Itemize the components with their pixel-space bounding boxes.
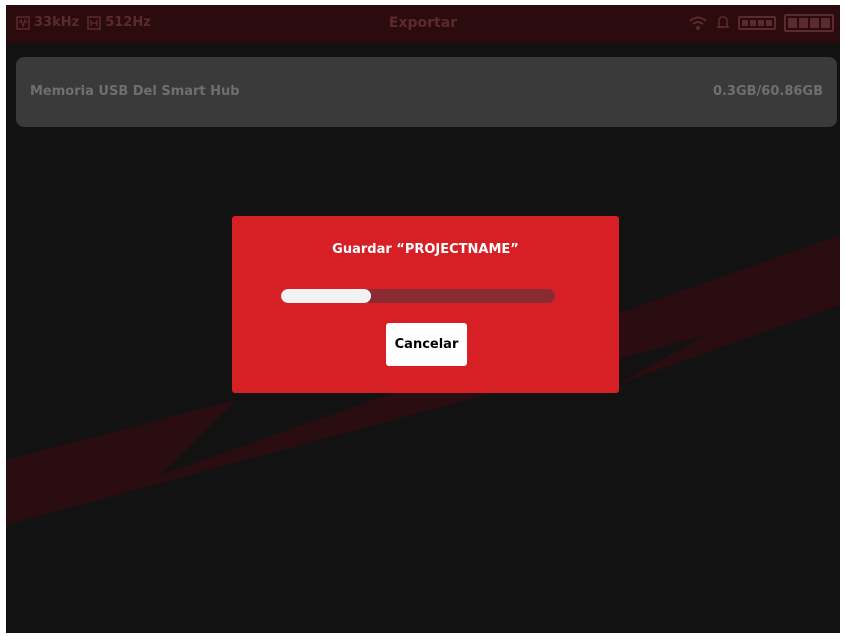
- battery-icon: [738, 16, 776, 30]
- dialog-title: Guardar “PROJECTNAME”: [332, 242, 519, 257]
- battery-full-icon: [784, 14, 834, 32]
- bell-icon: [717, 16, 729, 28]
- export-screen: 33kHz 512Hz Exportar Memoria USB Del Sma…: [6, 5, 840, 633]
- status-bar: 33kHz 512Hz Exportar: [6, 5, 840, 43]
- save-progress-bar: [281, 289, 555, 303]
- storage-capacity: 0.3GB/60.86GB: [712, 84, 823, 99]
- status-right: [688, 14, 834, 32]
- save-progress-dialog: Guardar “PROJECTNAME” Cancelar: [232, 216, 619, 393]
- save-progress-fill: [281, 289, 372, 303]
- storage-name: Memoria USB Del Smart Hub: [30, 84, 240, 99]
- storage-device-row[interactable]: Memoria USB Del Smart Hub 0.3GB/60.86GB: [16, 57, 837, 127]
- wifi-icon: [689, 16, 707, 30]
- cancel-button[interactable]: Cancelar: [386, 323, 467, 366]
